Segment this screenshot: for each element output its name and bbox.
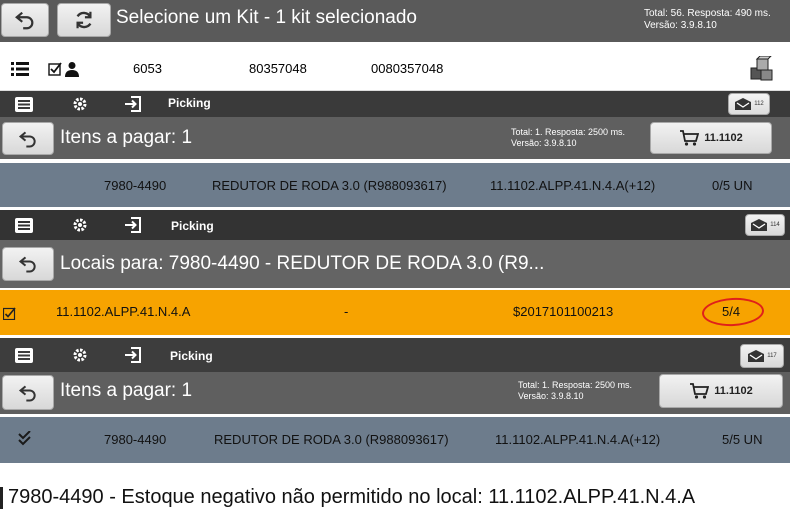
list-icon[interactable]: [10, 60, 30, 78]
location-lot: $2017101100213: [513, 304, 614, 319]
item-code: 7980-4490: [104, 178, 167, 193]
double-check-icon: [17, 430, 33, 448]
mail-button[interactable]: 112: [728, 93, 770, 115]
page-title: Selecione um Kit - 1 kit selecionado: [116, 7, 417, 28]
cart-icon: [690, 383, 710, 399]
cart-button[interactable]: 11.1102: [659, 374, 783, 408]
kit-code: 80357048: [249, 61, 307, 76]
menu-icon[interactable]: [13, 216, 35, 234]
mail-icon: [748, 350, 765, 362]
mail-badge: 117: [767, 353, 777, 359]
menu-icon[interactable]: [13, 95, 35, 113]
kit-id: 6053: [133, 61, 162, 76]
page-title: Itens a pagar: 1: [60, 127, 193, 148]
item-location: 11.1102.ALPP.41.N.4.A(+12): [495, 432, 661, 447]
status-total: Total: 1. Resposta: 2500 ms.: [511, 127, 626, 137]
toolbar-picking-label: Picking: [170, 349, 213, 363]
item-code: 7980-4490: [104, 432, 167, 447]
mail-badge: 112: [754, 101, 764, 107]
refresh-button[interactable]: [57, 3, 111, 37]
error-bar-marker: [0, 487, 3, 509]
page-title: Locais para: 7980-4490 - REDUTOR DE RODA…: [60, 253, 545, 274]
toolbar-picking-label: Picking: [171, 219, 214, 233]
location-code: 11.1102.ALPP.41.N.4.A: [56, 304, 191, 319]
packages-icon[interactable]: [748, 55, 776, 83]
item-description: REDUTOR DE RODA 3.0 (R988093617): [214, 432, 449, 447]
mail-button[interactable]: 117: [740, 344, 784, 368]
error-message: 7980-4490 - Estoque negativo não permiti…: [8, 486, 696, 508]
back-arrow-icon: [18, 131, 36, 147]
cart-button[interactable]: 11.1102: [650, 122, 772, 154]
mail-badge: 114: [770, 222, 780, 228]
screen4-toolbar: [0, 338, 790, 372]
back-button[interactable]: [1, 3, 49, 37]
status-total: Total: 1. Resposta: 2500 ms.: [518, 380, 633, 390]
mail-icon: [735, 98, 752, 110]
cart-label: 11.1102: [714, 385, 753, 397]
status-total: Total: 56. Resposta: 490 ms.: [644, 8, 771, 19]
item-description: REDUTOR DE RODA 3.0 (R988093617): [212, 178, 447, 193]
item-quantity: 5/5 UN: [722, 432, 763, 447]
screen2-toolbar: [0, 91, 790, 117]
status-version: Versão: 3.9.8.10: [518, 391, 584, 401]
gear-icon[interactable]: [70, 94, 90, 114]
back-arrow-icon: [18, 385, 36, 401]
location-dash: -: [344, 304, 349, 319]
toolbar-picking-label: Picking: [168, 96, 211, 110]
item-quantity: 0/5 UN: [712, 178, 753, 193]
exit-icon[interactable]: [123, 345, 143, 365]
back-button[interactable]: [2, 247, 54, 281]
cart-icon: [680, 130, 700, 146]
exit-icon[interactable]: [123, 94, 143, 114]
back-button[interactable]: [2, 122, 54, 155]
mail-button[interactable]: 114: [745, 214, 785, 236]
gear-icon[interactable]: [70, 345, 90, 365]
menu-icon[interactable]: [13, 346, 35, 364]
mail-icon: [751, 219, 768, 231]
checkbox-user-icon[interactable]: [47, 60, 83, 78]
screen3-toolbar: [0, 210, 790, 240]
back-arrow-icon: [18, 256, 36, 273]
item-location: 11.1102.ALPP.41.N.4.A(+12): [490, 178, 656, 193]
back-button[interactable]: [2, 375, 54, 410]
kit-full-code: 0080357048: [371, 61, 444, 76]
status-version: Versão: 3.9.8.10: [644, 20, 717, 31]
cart-label: 11.1102: [704, 132, 743, 144]
location-quantity: 5/4: [722, 304, 741, 319]
exit-icon[interactable]: [123, 215, 143, 235]
page: Selecione um Kit - 1 kit selecionado Tot…: [0, 0, 790, 516]
checkmark-icon[interactable]: [2, 306, 16, 320]
gear-icon[interactable]: [70, 215, 90, 235]
refresh-icon: [76, 11, 92, 29]
back-arrow-icon: [15, 11, 34, 30]
status-version: Versão: 3.9.8.10: [511, 138, 577, 148]
page-title: Itens a pagar: 1: [60, 380, 193, 401]
